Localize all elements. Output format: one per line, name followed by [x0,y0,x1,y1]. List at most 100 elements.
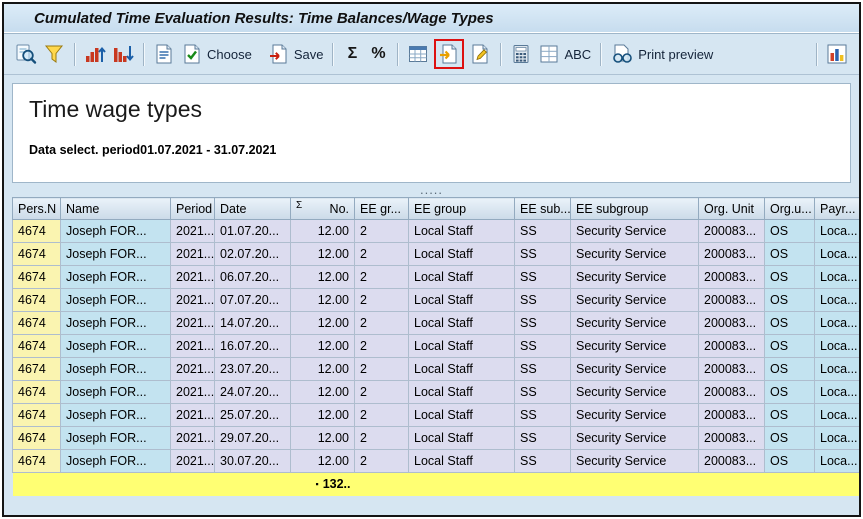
cell-org-unit[interactable]: 200083... [698,311,765,335]
cell-name[interactable]: Joseph FOR... [60,403,171,427]
col-header-org-u[interactable]: Org.u... [764,197,815,220]
cell-org-unit[interactable]: 200083... [698,334,765,358]
cell-ee-sub[interactable]: SS [514,334,571,358]
cell-ee-gr[interactable]: 2 [354,357,409,381]
cell-ee-group[interactable]: Local Staff [408,426,515,450]
cell-ee-subgroup[interactable]: Security Service [570,265,699,289]
display-list-button[interactable] [150,41,178,67]
cell-no[interactable]: 12.00 [290,288,355,312]
cell-period[interactable]: 2021... [170,449,215,473]
table-row[interactable]: 4674 Joseph FOR... 2021... 24.07.20... 1… [12,380,859,404]
cell-no[interactable]: 12.00 [290,449,355,473]
cell-date[interactable]: 23.07.20... [214,357,291,381]
cell-ee-subgroup[interactable]: Security Service [570,403,699,427]
cell-date[interactable]: 25.07.20... [214,403,291,427]
cell-org-u[interactable]: OS [764,403,815,427]
cell-no[interactable]: 12.00 [290,357,355,381]
cell-name[interactable]: Joseph FOR... [60,311,171,335]
cell-ee-subgroup[interactable]: Security Service [570,449,699,473]
cell-period[interactable]: 2021... [170,219,215,243]
cell-no[interactable]: 12.00 [290,242,355,266]
cell-ee-sub[interactable]: SS [514,380,571,404]
col-header-no[interactable]: Σ No. [290,197,355,220]
cell-ee-subgroup[interactable]: Security Service [570,334,699,358]
cell-org-u[interactable]: OS [764,449,815,473]
cell-org-u[interactable]: OS [764,265,815,289]
col-header-ee-sub[interactable]: EE sub... [514,197,571,220]
cell-date[interactable]: 30.07.20... [214,449,291,473]
cell-no[interactable]: 12.00 [290,380,355,404]
cell-no[interactable]: 12.00 [290,426,355,450]
choose-button[interactable]: Choose [178,41,255,67]
cell-pers[interactable]: 4674 [12,265,61,289]
cell-org-u[interactable]: OS [764,311,815,335]
cell-period[interactable]: 2021... [170,265,215,289]
cell-org-unit[interactable]: 200083... [698,265,765,289]
abc-analysis-button[interactable]: ABC [535,41,594,67]
cell-ee-subgroup[interactable]: Security Service [570,219,699,243]
cell-org-u[interactable]: OS [764,334,815,358]
col-header-org-unit[interactable]: Org. Unit [698,197,765,220]
cell-name[interactable]: Joseph FOR... [60,449,171,473]
cell-payr[interactable]: Loca... [814,334,859,358]
table-row[interactable]: 4674 Joseph FOR... 2021... 30.07.20... 1… [12,449,859,473]
cell-name[interactable]: Joseph FOR... [60,288,171,312]
cell-payr[interactable]: Loca... [814,311,859,335]
cell-ee-sub[interactable]: SS [514,426,571,450]
cell-date[interactable]: 24.07.20... [214,380,291,404]
cell-ee-sub[interactable]: SS [514,311,571,335]
cell-org-u[interactable]: OS [764,288,815,312]
table-row[interactable]: 4674 Joseph FOR... 2021... 29.07.20... 1… [12,426,859,450]
cell-org-unit[interactable]: 200083... [698,219,765,243]
col-header-date[interactable]: Date [214,197,291,220]
col-header-pers[interactable]: Pers.N [12,197,61,220]
table-row[interactable]: 4674 Joseph FOR... 2021... 06.07.20... 1… [12,265,859,289]
cell-payr[interactable]: Loca... [814,242,859,266]
cell-ee-group[interactable]: Local Staff [408,288,515,312]
cell-name[interactable]: Joseph FOR... [60,426,171,450]
table-row[interactable]: 4674 Joseph FOR... 2021... 23.07.20... 1… [12,357,859,381]
col-header-ee-subgroup[interactable]: EE subgroup [570,197,699,220]
cell-org-unit[interactable]: 200083... [698,242,765,266]
cell-payr[interactable]: Loca... [814,357,859,381]
cell-pers[interactable]: 4674 [12,288,61,312]
cell-ee-sub[interactable]: SS [514,265,571,289]
cell-pers[interactable]: 4674 [12,449,61,473]
cell-no[interactable]: 12.00 [290,265,355,289]
cell-date[interactable]: 14.07.20... [214,311,291,335]
cell-name[interactable]: Joseph FOR... [60,357,171,381]
cell-pers[interactable]: 4674 [12,311,61,335]
col-header-payr[interactable]: Payr... [814,197,859,220]
cell-ee-sub[interactable]: SS [514,242,571,266]
cell-org-unit[interactable]: 200083... [698,426,765,450]
spreadsheet-button[interactable] [404,41,432,67]
cell-period[interactable]: 2021... [170,288,215,312]
cell-ee-gr[interactable]: 2 [354,219,409,243]
splitter-handle[interactable]: ..... [4,183,859,197]
cell-period[interactable]: 2021... [170,334,215,358]
cell-pers[interactable]: 4674 [12,403,61,427]
word-processing-button[interactable] [466,41,494,67]
cell-period[interactable]: 2021... [170,403,215,427]
cell-org-u[interactable]: OS [764,380,815,404]
cell-ee-gr[interactable]: 2 [354,311,409,335]
cell-name[interactable]: Joseph FOR... [60,219,171,243]
cell-org-u[interactable]: OS [764,242,815,266]
cell-payr[interactable]: Loca... [814,449,859,473]
cell-no[interactable]: 12.00 [290,311,355,335]
filter-button[interactable] [40,41,68,67]
cell-ee-group[interactable]: Local Staff [408,380,515,404]
cell-date[interactable]: 16.07.20... [214,334,291,358]
cell-payr[interactable]: Loca... [814,380,859,404]
cell-name[interactable]: Joseph FOR... [60,380,171,404]
cell-no[interactable]: 12.00 [290,334,355,358]
cell-date[interactable]: 06.07.20... [214,265,291,289]
cell-date[interactable]: 02.07.20... [214,242,291,266]
cell-period[interactable]: 2021... [170,311,215,335]
cell-ee-gr[interactable]: 2 [354,242,409,266]
cell-org-unit[interactable]: 200083... [698,357,765,381]
cell-pers[interactable]: 4674 [12,380,61,404]
cell-org-u[interactable]: OS [764,357,815,381]
cell-ee-group[interactable]: Local Staff [408,403,515,427]
export-button[interactable] [437,42,461,66]
